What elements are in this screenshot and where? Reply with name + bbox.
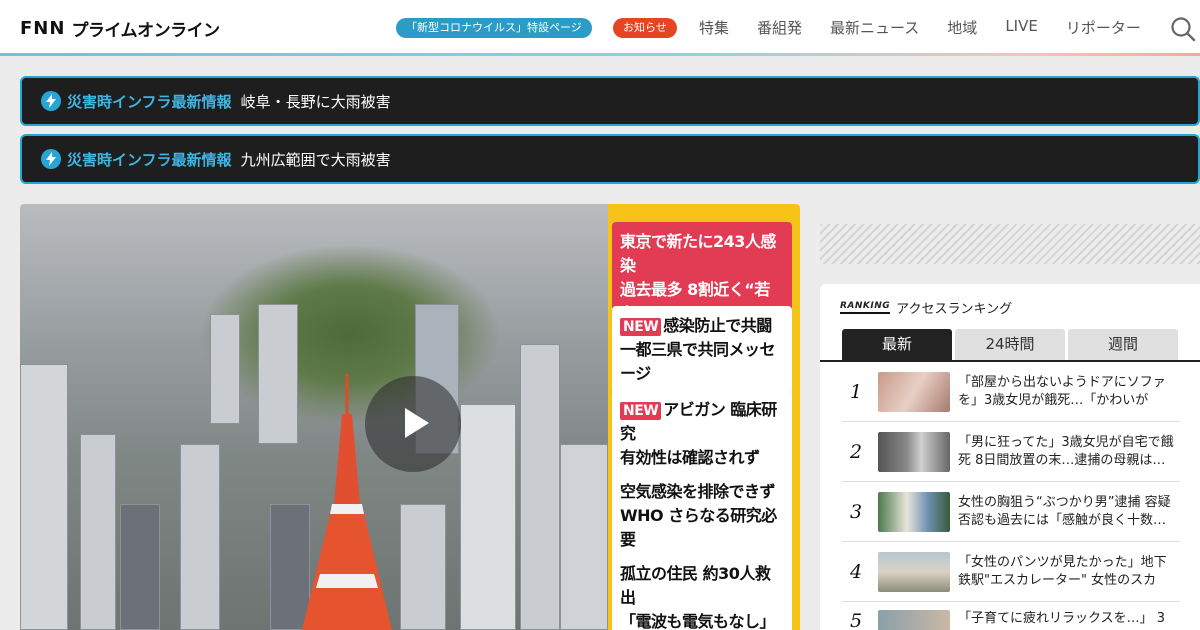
ranking-title: アクセスランキング [896, 302, 1013, 317]
hero-headline[interactable]: NEW アビガン 臨床研究 有効性は確認されず [612, 390, 792, 478]
headline-line1: 空気感染を排除できず [620, 482, 776, 501]
ranking-item[interactable]: 5 「子育てに疲れリラックスを…」 3 [842, 602, 1180, 630]
logo-text: プライムオンライン [71, 20, 220, 41]
article-thumbnail [878, 371, 950, 412]
headline-line2: 有効性は確認されず [620, 448, 760, 467]
article-title: 「部屋から出ないようドアにソファを」3歳女児が餓死…「かわいがっ… [958, 374, 1166, 408]
headline-line1: 東京で新たに243人感染 [620, 232, 776, 275]
tab-24h[interactable]: 24時間 [955, 329, 1065, 360]
new-badge: NEW [620, 318, 662, 336]
rank-number: 2 [850, 440, 863, 463]
alert-label: 災害時インフラ最新情報 [67, 150, 232, 169]
logo-fnn: FNN [20, 17, 66, 39]
headline-line1: 孤立の住民 約30人救出 [620, 564, 771, 607]
ad-placeholder [820, 224, 1200, 264]
ranking-item[interactable]: 4 「女性のパンツが見たかった」地下鉄駅"エスカレーター" 女性のスカー… [842, 542, 1180, 602]
site-logo[interactable]: FNN プライムオンライン [20, 16, 220, 41]
notice-link[interactable]: お知らせ [613, 18, 677, 38]
alert-label: 災害時インフラ最新情報 [67, 92, 232, 111]
access-ranking: RANKING アクセスランキング 最新 24時間 週間 1 「部屋から出ないよ… [820, 284, 1200, 630]
ranking-header: RANKING アクセスランキング [840, 298, 1012, 317]
hero-headline[interactable]: 孤立の住民 約30人救出 「電波も電気もなし」 [612, 554, 792, 630]
alert-text: 岐阜・長野に大雨被害 [240, 92, 391, 111]
lightning-icon [41, 91, 61, 111]
hero-headline[interactable]: NEW 感染防止で共闘 一都三県で共同メッセージ [612, 306, 792, 394]
article-title: 「男に狂ってた」3歳女児が自宅で餓死 8日間放置の末…逮捕の母親は… [958, 434, 1174, 468]
headline-line1-text: 感染防止で共闘 [663, 316, 772, 335]
nav-item-live[interactable]: LIVE [1005, 17, 1038, 38]
headline-line2: WHO さらなる研究必要 [620, 506, 777, 549]
ranking-item[interactable]: 2 「男に狂ってた」3歳女児が自宅で餓死 8日間放置の末…逮捕の母親は… [842, 422, 1180, 482]
article-thumbnail [878, 431, 950, 472]
search-icon[interactable] [1170, 16, 1196, 42]
article-title: 「子育てに疲れリラックスを…」 3 [958, 611, 1166, 626]
nav-item-region[interactable]: 地域 [947, 17, 977, 38]
article-title: 「女性のパンツが見たかった」地下鉄駅"エスカレーター" 女性のスカー… [958, 554, 1167, 588]
headline-line1: NEW アビガン 臨床研究 [620, 398, 784, 446]
nav-item-programs[interactable]: 番組発 [757, 17, 802, 38]
hero-video[interactable]: 東京で新たに243人感染 過去最多 8割近く“若者” NEW感染防止で共闘 一都… [20, 204, 800, 630]
main-nav: 特集 番組発 最新ニュース 地域 LIVE リポーター [699, 17, 1169, 38]
headline-line1: NEW 感染防止で共闘 [620, 314, 784, 338]
lightning-icon [41, 149, 61, 169]
disaster-alert-bar[interactable]: 災害時インフラ最新情報 岐阜・長野に大雨被害 [20, 76, 1200, 126]
tab-latest[interactable]: 最新 [842, 329, 952, 360]
site-header: FNN プライムオンライン 「新型コロナウイルス」特設ページ お知らせ 特集 番… [0, 0, 1200, 54]
header-accent-line [0, 53, 1200, 56]
article-thumbnail [878, 491, 950, 532]
article-thumbnail [878, 610, 950, 630]
ranking-logo: RANKING [840, 301, 891, 314]
new-badge: NEW [620, 402, 662, 420]
tab-weekly[interactable]: 週間 [1068, 329, 1178, 360]
headline-panel: 東京で新たに243人感染 過去最多 8割近く“若者” NEW感染防止で共闘 一都… [608, 204, 800, 630]
disaster-alert-bar[interactable]: 災害時インフラ最新情報 九州広範囲で大雨被害 [20, 134, 1200, 184]
alert-text: 九州広範囲で大雨被害 [240, 150, 391, 169]
headline-line2: 一都三県で共同メッセージ [620, 340, 776, 383]
play-icon[interactable] [365, 376, 461, 472]
nav-item-latest-news[interactable]: 最新ニュース [830, 17, 919, 38]
ranking-tabs: 最新 24時間 週間 [842, 329, 1181, 360]
rank-number: 1 [850, 380, 863, 403]
rank-number: 5 [850, 610, 863, 630]
article-title: 女性の胸狙う“ぶつかり男”逮捕 容疑否認も過去には「感触が良く十数… [958, 494, 1171, 528]
rank-number: 3 [850, 500, 863, 523]
ranking-item[interactable]: 3 女性の胸狙う“ぶつかり男”逮捕 容疑否認も過去には「感触が良く十数… [842, 482, 1180, 542]
nav-item-reporter[interactable]: リポーター [1066, 17, 1141, 38]
corona-special-link[interactable]: 「新型コロナウイルス」特設ページ [396, 18, 592, 38]
rank-number: 4 [850, 560, 863, 583]
hero-headline[interactable]: 空気感染を排除できず WHO さらなる研究必要 [612, 472, 792, 560]
headline-line2: 「電波も電気もなし」 [620, 612, 776, 630]
nav-item-features[interactable]: 特集 [699, 17, 729, 38]
hero-city-image [20, 204, 608, 630]
article-thumbnail [878, 551, 950, 592]
ranking-item[interactable]: 1 「部屋から出ないようドアにソファを」3歳女児が餓死…「かわいがっ… [842, 362, 1180, 422]
